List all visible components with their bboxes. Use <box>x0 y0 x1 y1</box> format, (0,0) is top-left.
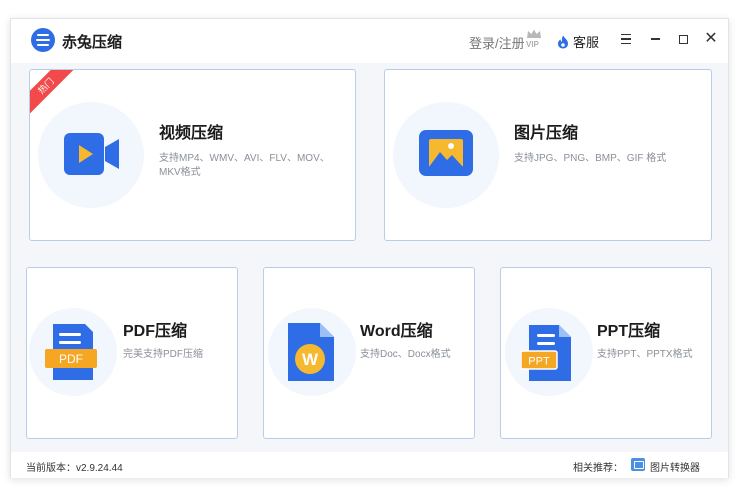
video-camera-icon <box>64 133 119 175</box>
close-icon[interactable]: ✕ <box>703 31 719 47</box>
image-compress-desc: 支持JPG、PNG、BMP、GIF 格式 <box>514 153 667 164</box>
app-window: 赤兔压缩 登录/注册 VIP 客服 ✕ 热门 视频压缩 支持MP4、WMV、AV… <box>10 18 729 478</box>
version-label: 当前版本：v2.9.24.44 <box>26 463 123 474</box>
ppt-compress-title: PPT压缩 <box>597 323 661 340</box>
flame-icon <box>558 35 568 48</box>
image-converter-link[interactable]: 图片转换器 <box>650 459 700 474</box>
minimize-icon[interactable] <box>647 31 663 47</box>
image-compress-title: 图片压缩 <box>514 125 579 142</box>
ppt-file-icon: PPT <box>521 325 571 381</box>
word-compress-card[interactable]: W Word压缩 支持Doc、Docx格式 <box>263 267 475 439</box>
login-register-link[interactable]: 登录/注册 <box>469 33 525 52</box>
word-file-icon: W <box>288 323 334 381</box>
app-logo-icon <box>31 28 55 52</box>
svg-text:PDF: PDF <box>59 352 83 366</box>
image-compress-card[interactable]: 图片压缩 支持JPG、PNG、BMP、GIF 格式 <box>384 69 712 241</box>
video-compress-desc: 支持MP4、WMV、AVI、FLV、MOV、MKV格式 <box>159 153 330 178</box>
status-bar: 当前版本：v2.9.24.44 相关推荐： 图片转换器 <box>11 452 728 478</box>
customer-service-label: 客服 <box>573 35 600 50</box>
pdf-compress-title: PDF压缩 <box>123 323 188 340</box>
related-recommend-label: 相关推荐： <box>573 463 623 474</box>
customer-service-button[interactable]: 客服 <box>557 32 599 51</box>
photo-icon <box>419 130 473 176</box>
vip-icon[interactable]: VIP <box>524 29 544 51</box>
video-compress-title: 视频压缩 <box>159 125 224 142</box>
pdf-compress-desc: 完美支持PDF压缩 <box>123 349 203 360</box>
ppt-compress-desc: 支持PPT、PPTX格式 <box>597 349 693 360</box>
menu-icon[interactable] <box>618 31 634 47</box>
svg-text:PPT: PPT <box>528 356 550 368</box>
maximize-icon[interactable] <box>675 31 691 47</box>
video-compress-card[interactable]: 热门 视频压缩 支持MP4、WMV、AVI、FLV、MOV、MKV格式 <box>29 69 356 241</box>
app-title: 赤兔压缩 <box>62 34 123 51</box>
ppt-compress-card[interactable]: PPT PPT压缩 支持PPT、PPTX格式 <box>500 267 712 439</box>
pdf-file-icon: PDF <box>45 324 97 380</box>
vip-label: VIP <box>526 40 539 49</box>
word-compress-title: Word压缩 <box>360 323 433 340</box>
image-converter-icon[interactable] <box>631 458 645 471</box>
title-bar: 赤兔压缩 登录/注册 VIP 客服 ✕ <box>11 19 728 63</box>
pdf-compress-card[interactable]: PDF PDF压缩 完美支持PDF压缩 <box>26 267 238 439</box>
svg-text:W: W <box>302 350 319 369</box>
word-compress-desc: 支持Doc、Docx格式 <box>360 349 451 360</box>
